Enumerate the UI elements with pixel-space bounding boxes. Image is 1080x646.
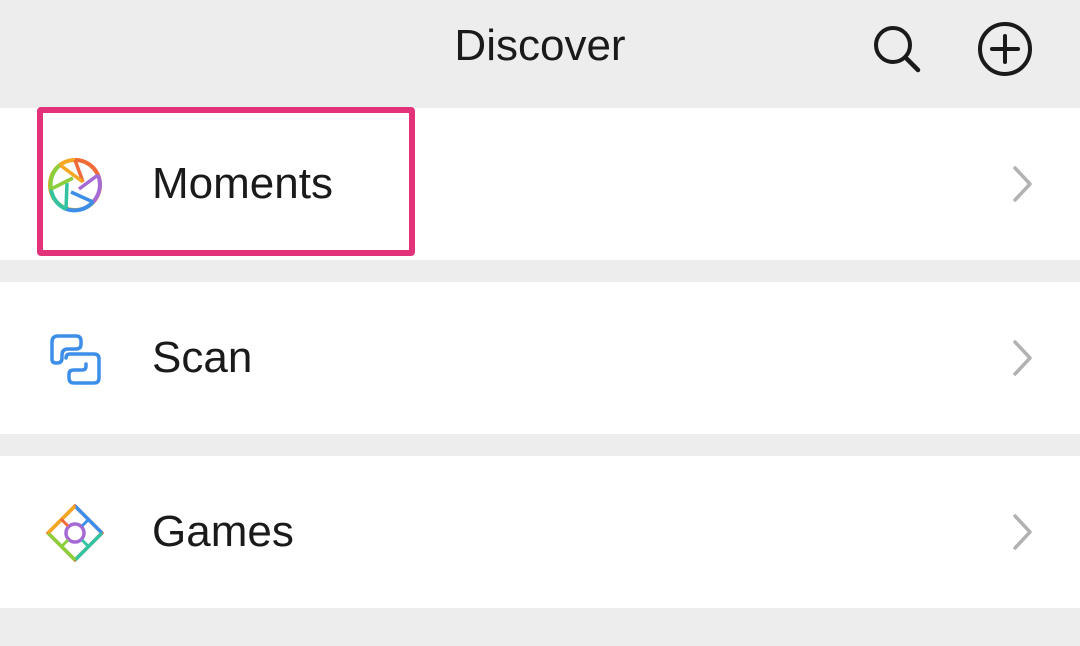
- menu-item-label: Moments: [152, 159, 333, 208]
- discover-screen: Discover Moments Scan Games: [0, 0, 1080, 646]
- search-button[interactable]: [866, 18, 928, 80]
- chevron-right-icon: [1013, 340, 1032, 376]
- games-diamond-icon: [46, 504, 104, 562]
- menu-item-moments[interactable]: Moments: [0, 108, 1080, 260]
- moments-icon-wrap: [44, 154, 106, 216]
- chevron-right-icon: [1013, 514, 1032, 550]
- top-bar: Discover: [0, 0, 1080, 108]
- plus-circle-icon: [978, 22, 1032, 76]
- menu-item-label: Scan: [152, 333, 253, 382]
- add-button[interactable]: [974, 18, 1036, 80]
- games-icon-wrap: [44, 502, 106, 564]
- scan-icon: [50, 334, 101, 385]
- menu-item-games[interactable]: Games: [0, 456, 1080, 608]
- menu-item-scan[interactable]: Scan: [0, 282, 1080, 434]
- moments-aperture-icon: [48, 157, 102, 213]
- chevron-right-icon: [1013, 166, 1032, 202]
- search-icon: [874, 26, 921, 73]
- scan-icon-wrap: [44, 328, 106, 390]
- menu-item-label: Games: [152, 507, 294, 556]
